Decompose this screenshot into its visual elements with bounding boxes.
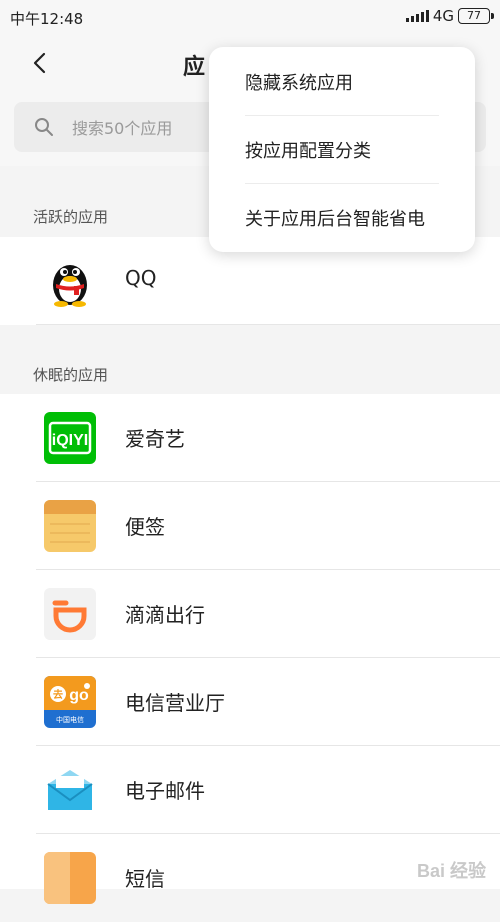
didi-icon <box>44 588 96 640</box>
watermark: Bai 经验 <box>416 861 486 881</box>
sms-icon <box>44 852 96 904</box>
status-right: 4G 77 <box>405 7 494 25</box>
menu-item-hide-system-apps[interactable]: 隐藏系统应用 <box>209 47 475 115</box>
svg-text:中国电信: 中国电信 <box>56 715 84 724</box>
notes-icon <box>44 500 96 552</box>
list-item[interactable]: 滴滴出行 <box>0 570 500 658</box>
search-icon <box>35 118 53 136</box>
svg-text:iQIYI: iQIYI <box>52 432 88 449</box>
divider <box>36 324 500 325</box>
list-item[interactable]: 电子邮件 <box>0 746 500 834</box>
list-item[interactable]: iQIYI 爱奇艺 <box>0 394 500 482</box>
status-bar: 中午12:48 4G 77 <box>0 0 500 34</box>
section-label-sleeping: 休眠的应用 <box>33 366 109 384</box>
menu-item-label: 关于应用后台智能省电 <box>245 209 425 230</box>
svg-text:去: 去 <box>53 688 63 701</box>
status-time: 中午12:48 <box>10 10 84 28</box>
qq-penguin-icon <box>44 255 96 307</box>
app-name: 电信营业厅 <box>125 691 225 715</box>
back-arrow-icon[interactable] <box>30 52 52 74</box>
sleeping-apps-list: iQIYI 爱奇艺 便签 滴滴出行 去 go 中国电信 电信营业厅 电子邮件 短… <box>0 394 500 904</box>
signal-icon <box>405 10 429 22</box>
telecom-icon: 去 go 中国电信 <box>44 676 96 728</box>
list-item[interactable]: 去 go 中国电信 电信营业厅 <box>0 658 500 746</box>
app-name: 便签 <box>125 515 165 539</box>
battery-icon: 77 <box>458 8 494 24</box>
svg-text:go: go <box>69 687 89 704</box>
section-label-active: 活跃的应用 <box>33 208 109 226</box>
iqiyi-icon: iQIYI <box>44 412 96 464</box>
list-item[interactable]: 便签 <box>0 482 500 570</box>
app-name: 短信 <box>125 867 165 891</box>
network-type: 4G <box>432 7 454 25</box>
app-name: QQ <box>125 266 157 290</box>
app-name: 爱奇艺 <box>125 427 185 451</box>
overflow-menu: 隐藏系统应用 按应用配置分类 关于应用后台智能省电 <box>209 47 475 252</box>
app-name: 滴滴出行 <box>125 603 205 627</box>
app-name: 电子邮件 <box>125 779 205 803</box>
menu-item-label: 隐藏系统应用 <box>245 73 353 94</box>
page-title: 应 <box>183 55 206 80</box>
menu-item-classify-by-config[interactable]: 按应用配置分类 <box>209 115 475 183</box>
battery-level: 77 <box>467 9 481 22</box>
menu-item-label: 按应用配置分类 <box>245 141 371 162</box>
email-icon <box>44 764 96 816</box>
menu-item-about-power-saving[interactable]: 关于应用后台智能省电 <box>209 183 475 251</box>
